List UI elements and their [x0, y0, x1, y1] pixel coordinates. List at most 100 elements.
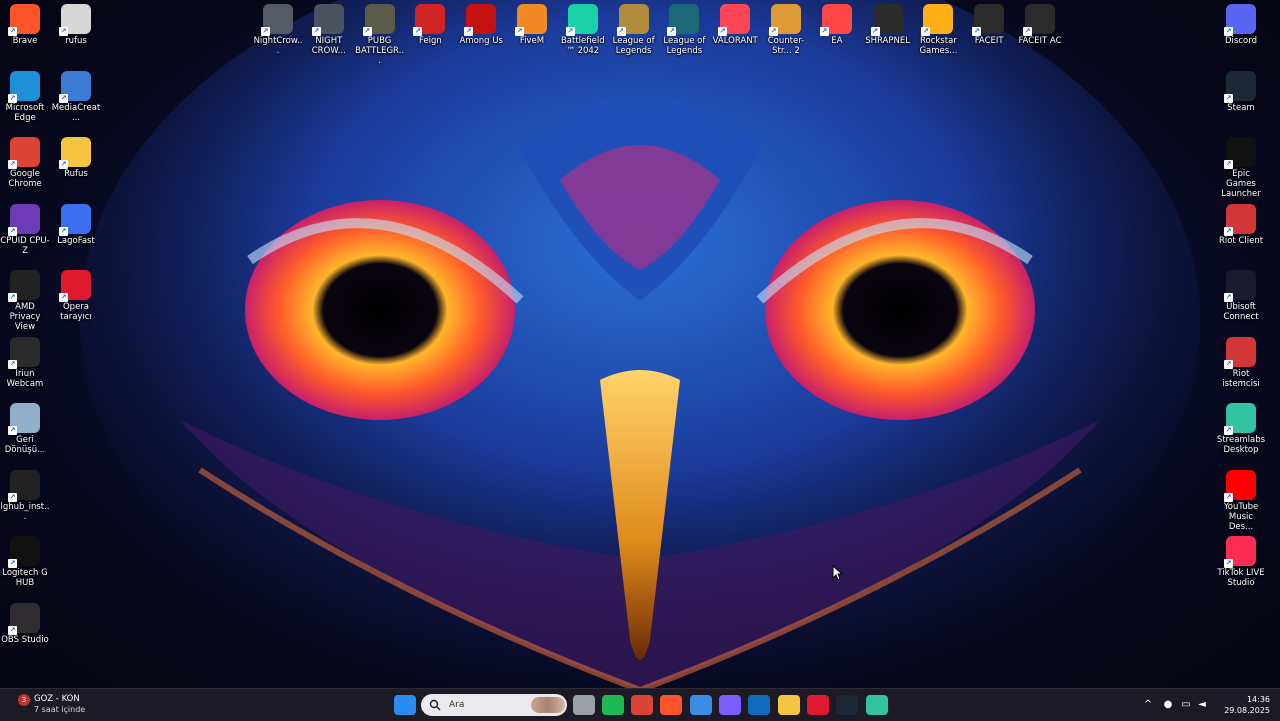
- desktop-shortcut[interactable]: ↗ Steam: [1216, 70, 1266, 113]
- desktop-shortcut[interactable]: ↗ Riot istemcisi: [1216, 336, 1266, 389]
- desktop-shortcut[interactable]: ↗ League of Legends: [659, 4, 709, 56]
- desktop-shortcut[interactable]: ↗ SHRAPNEL: [863, 4, 913, 46]
- desktop-shortcut[interactable]: ↗ PUBG BATTLEGR...: [355, 4, 405, 66]
- discord-icon: ↗: [1224, 4, 1256, 36]
- spotify-icon[interactable]: [602, 695, 624, 715]
- shortcut-label: Iriun Webcam: [6, 368, 44, 389]
- riot-client-icon: ↗: [1224, 203, 1256, 236]
- chrome-taskbar-icon[interactable]: [631, 695, 653, 715]
- desktop-shortcut[interactable]: ↗ rufus: [51, 4, 101, 46]
- desktop-shortcut[interactable]: ↗ TikTok LIVE Studio: [1216, 536, 1266, 588]
- lol2-icon: ↗: [667, 4, 700, 36]
- desktop-shortcut[interactable]: ↗ Geri Dönüşü...: [0, 403, 50, 455]
- shortcut-arrow-icon: ↗: [1224, 426, 1233, 435]
- shortcut-arrow-icon: ↗: [59, 160, 68, 169]
- desktop-shortcut[interactable]: ↗ FACEIT AC: [1015, 4, 1065, 46]
- taskbar-search[interactable]: Ara: [421, 694, 567, 716]
- shortcut-arrow-icon: ↗: [59, 293, 68, 302]
- streamlabs-icon: ↗: [1224, 403, 1256, 435]
- desktop-shortcut[interactable]: ↗ Epic Games Launcher: [1216, 137, 1266, 199]
- shortcut-label: LagoFast: [57, 235, 95, 246]
- riot-istemcisi-icon: ↗: [1224, 336, 1256, 369]
- desktop-shortcut[interactable]: ↗ Among Us: [456, 4, 506, 46]
- shortcut-label: Among Us: [459, 36, 503, 46]
- chevron-up-icon[interactable]: ^: [1142, 699, 1154, 711]
- desktop-shortcut[interactable]: ↗ Discord: [1216, 4, 1266, 46]
- desktop-shortcut[interactable]: ↗ Counter-Str... 2: [761, 4, 811, 56]
- desktop-shortcut[interactable]: ↗ Microsoft Edge: [0, 70, 50, 123]
- lol-icon: ↗: [616, 4, 649, 36]
- recycle-bin-icon: ↗: [8, 403, 40, 435]
- desktop-shortcut[interactable]: ↗ FACEIT: [964, 4, 1014, 46]
- shortcut-label: OBS Studio: [1, 634, 49, 645]
- desktop-shortcut[interactable]: ↗ Brave: [0, 4, 50, 46]
- obs-icon: ↗: [8, 602, 40, 635]
- cs2-icon: ↗: [769, 4, 801, 36]
- desktop-shortcut[interactable]: ↗ LagoFast: [51, 203, 101, 246]
- media-creation-icon: ↗: [59, 70, 91, 103]
- desktop-shortcut[interactable]: ↗ Rufus: [51, 137, 101, 179]
- shortcut-arrow-icon: ↗: [8, 93, 17, 103]
- desktop-shortcut[interactable]: ↗ Streamlabs Desktop: [1216, 403, 1266, 455]
- desktop-shortcut[interactable]: ↗ VALORANT: [710, 4, 760, 46]
- opera-taskbar-icon[interactable]: [807, 695, 829, 715]
- desktop-shortcut[interactable]: ↗ OBS Studio: [0, 602, 50, 645]
- desktop-shortcut[interactable]: ↗ CPUID CPU-Z: [0, 203, 50, 256]
- desktop-shortcut[interactable]: ↗ Iriun Webcam: [0, 336, 50, 389]
- shortcut-arrow-icon: ↗: [819, 27, 829, 36]
- file-explorer-icon[interactable]: [778, 695, 800, 715]
- shortcut-arrow-icon: ↗: [8, 293, 17, 302]
- streamlabs-taskbar-icon[interactable]: [866, 695, 888, 715]
- taskbar: 3 GOZ - KON 7 saat içinde Ara ^ ● ▭ ◄ 14…: [0, 688, 1280, 721]
- windows-start-icon[interactable]: [394, 695, 416, 715]
- shortcut-label: Feign: [418, 36, 442, 46]
- owl-wallpaper: [80, 0, 1200, 688]
- desktop-shortcut[interactable]: ↗ Battlefield™ 2042: [558, 4, 608, 56]
- brave-taskbar-icon[interactable]: [660, 695, 682, 715]
- desktop-shortcut[interactable]: ↗ Google Chrome: [0, 137, 50, 189]
- faceit-ac-icon: ↗: [1023, 4, 1055, 36]
- desktop-shortcut[interactable]: ↗ AMD Privacy View: [0, 270, 50, 332]
- shortcut-arrow-icon: ↗: [413, 27, 423, 36]
- store-icon[interactable]: [690, 695, 712, 715]
- desktop-shortcut[interactable]: ↗ NightCrow...: [253, 4, 303, 56]
- desktop-shortcut[interactable]: ↗ Rockstar Games...: [913, 4, 963, 56]
- clock[interactable]: 14:36 29.08.2025: [1224, 694, 1270, 716]
- network-icon[interactable]: ▭: [1180, 699, 1192, 711]
- desktop-shortcut[interactable]: ↗ FiveM: [507, 4, 557, 46]
- desktop-shortcut[interactable]: ↗ League of Legends: [609, 4, 659, 56]
- notification-badge: 3: [18, 694, 30, 706]
- copilot-icon[interactable]: [719, 695, 741, 715]
- outlook-icon[interactable]: [748, 695, 770, 715]
- steam-taskbar-icon[interactable]: [836, 695, 858, 715]
- steam-icon: ↗: [1224, 70, 1256, 103]
- shortcut-label: Microsoft Edge: [5, 102, 45, 123]
- desktop-shortcut[interactable]: ↗ YouTube Music Des...: [1216, 469, 1266, 532]
- shortcut-arrow-icon: ↗: [8, 559, 17, 568]
- search-highlight-image: [531, 697, 565, 713]
- desktop-shortcut[interactable]: ↗ lghub_inst...: [0, 469, 50, 522]
- iriun-icon: ↗: [8, 336, 40, 369]
- shortcut-arrow-icon: ↗: [8, 359, 17, 369]
- shortcut-label: Streamlabs Desktop: [1216, 435, 1266, 455]
- shortcut-arrow-icon: ↗: [870, 27, 880, 36]
- shortcut-label: lghub_inst...: [0, 501, 50, 522]
- task-view-icon[interactable]: [573, 695, 595, 715]
- valorant-icon: ↗: [718, 4, 751, 36]
- shortcut-label: FACEIT AC: [1018, 36, 1062, 46]
- youtube-music-icon: ↗: [1224, 469, 1256, 502]
- desktop-shortcut[interactable]: ↗ Feign: [405, 4, 455, 46]
- desktop-shortcut[interactable]: ↗ Riot Client: [1216, 203, 1266, 246]
- desktop-shortcut[interactable]: ↗ NIGHT CROW...: [304, 4, 354, 56]
- microphone-icon[interactable]: ●: [1162, 699, 1174, 711]
- desktop-shortcut[interactable]: ↗ Opera tarayıcı: [51, 270, 101, 322]
- volume-icon[interactable]: ◄: [1196, 699, 1208, 711]
- clock-time: 14:36: [1246, 695, 1270, 704]
- desktop-shortcut[interactable]: ↗ EA: [812, 4, 862, 46]
- shortcut-label: Rockstar Games...: [919, 36, 958, 56]
- shortcut-label: NightCrow...: [253, 36, 303, 56]
- desktop-shortcut[interactable]: ↗ Ubisoft Connect: [1216, 270, 1266, 322]
- desktop-shortcut[interactable]: ↗ Logitech G HUB: [0, 536, 50, 588]
- tiktok-icon: ↗: [1224, 536, 1256, 568]
- desktop-shortcut[interactable]: ↗ MediaCreat...: [51, 70, 101, 123]
